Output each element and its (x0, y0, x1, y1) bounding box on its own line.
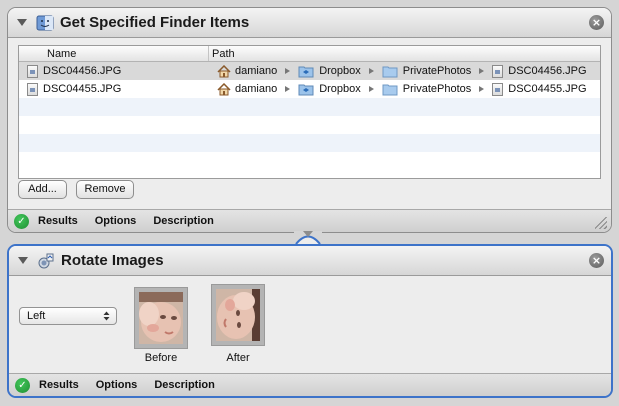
remove-button[interactable]: Remove (76, 180, 134, 199)
action-header[interactable]: Rotate Images × (9, 246, 611, 276)
table-row[interactable]: DSC04455.JPG damiano Dropbox PrivatePhot… (19, 80, 600, 98)
close-icon[interactable]: × (589, 253, 604, 268)
action-connector-icon (294, 231, 322, 244)
folder-icon (382, 84, 398, 95)
before-thumbnail (134, 287, 188, 349)
table-row[interactable]: DSC04456.JPG damiano Dropbox PrivatePhot… (19, 62, 600, 80)
file-name: DSC04456.JPG (43, 65, 122, 77)
results-tab[interactable]: Results (38, 215, 78, 227)
path-segment: Dropbox (319, 83, 361, 95)
success-check-icon: ✓ (14, 213, 29, 229)
home-icon (217, 64, 231, 77)
home-icon (217, 82, 231, 95)
close-icon[interactable]: × (589, 15, 604, 30)
disclosure-triangle-icon[interactable] (18, 257, 28, 264)
before-label: Before (144, 352, 178, 364)
before-photo-image (139, 292, 183, 344)
disclosure-triangle-icon[interactable] (17, 19, 27, 26)
path-separator-icon (479, 68, 485, 74)
results-tab[interactable]: Results (39, 379, 79, 391)
empty-row (19, 134, 600, 152)
path-segment: DSC04456.JPG (508, 65, 587, 77)
description-tab[interactable]: Description (154, 379, 215, 391)
after-label: After (226, 352, 250, 364)
path-control: damiano Dropbox PrivatePhotos (209, 64, 587, 78)
path-segment: Dropbox (319, 65, 361, 77)
path-segment: damiano (235, 65, 278, 77)
empty-row (19, 98, 600, 116)
path-segment: damiano (235, 83, 278, 95)
column-header-name[interactable]: Name (19, 46, 209, 61)
after-photo-image (216, 289, 260, 341)
after-thumbnail (211, 284, 265, 346)
finder-icon (36, 15, 54, 30)
options-tab[interactable]: Options (95, 215, 137, 227)
path-separator-icon (368, 86, 374, 92)
action-title: Get Specified Finder Items (60, 14, 250, 31)
file-name: DSC04455.JPG (43, 83, 122, 95)
path-control: damiano Dropbox PrivatePhotos (209, 82, 587, 96)
jpeg-file-icon (492, 64, 504, 78)
empty-row (19, 116, 600, 134)
table-header: Name Path (19, 46, 600, 62)
folder-icon (382, 66, 398, 77)
options-tab[interactable]: Options (96, 379, 138, 391)
empty-row (19, 152, 600, 170)
success-check-icon: ✓ (15, 377, 30, 393)
jpeg-file-icon (27, 64, 38, 78)
jpeg-file-icon (492, 82, 504, 96)
path-separator-icon (285, 86, 291, 92)
path-segment: DSC04455.JPG (508, 83, 587, 95)
action-footer: ✓ Results Options Description (9, 373, 611, 396)
dropbox-folder-icon (298, 84, 314, 95)
file-table[interactable]: Name Path DSC04456.JPG damiano Dropbox P… (18, 45, 601, 179)
action-title: Rotate Images (61, 252, 164, 269)
jpeg-file-icon (27, 82, 38, 96)
rotation-direction-select[interactable]: Left (19, 307, 117, 325)
dropbox-folder-icon (298, 66, 314, 77)
path-segment: PrivatePhotos (402, 65, 472, 77)
path-separator-icon (285, 68, 291, 74)
action-header[interactable]: Get Specified Finder Items × (8, 8, 611, 38)
rotate-images-action[interactable]: Rotate Images × Left Before After ✓ Resu… (7, 244, 613, 398)
column-header-path[interactable]: Path (209, 46, 235, 61)
path-separator-icon (368, 68, 374, 74)
select-value: Left (27, 310, 46, 322)
description-tab[interactable]: Description (153, 215, 214, 227)
path-separator-icon (479, 86, 485, 92)
action-footer: ✓ Results Options Description (8, 209, 611, 232)
path-segment: PrivatePhotos (402, 83, 472, 95)
updown-chevron-icon (103, 311, 110, 321)
add-button[interactable]: Add... (18, 180, 67, 199)
preview-rotate-icon (38, 253, 54, 268)
get-specified-finder-items-action[interactable]: Get Specified Finder Items × Name Path D… (7, 7, 612, 233)
resize-grip-icon[interactable] (595, 217, 607, 229)
